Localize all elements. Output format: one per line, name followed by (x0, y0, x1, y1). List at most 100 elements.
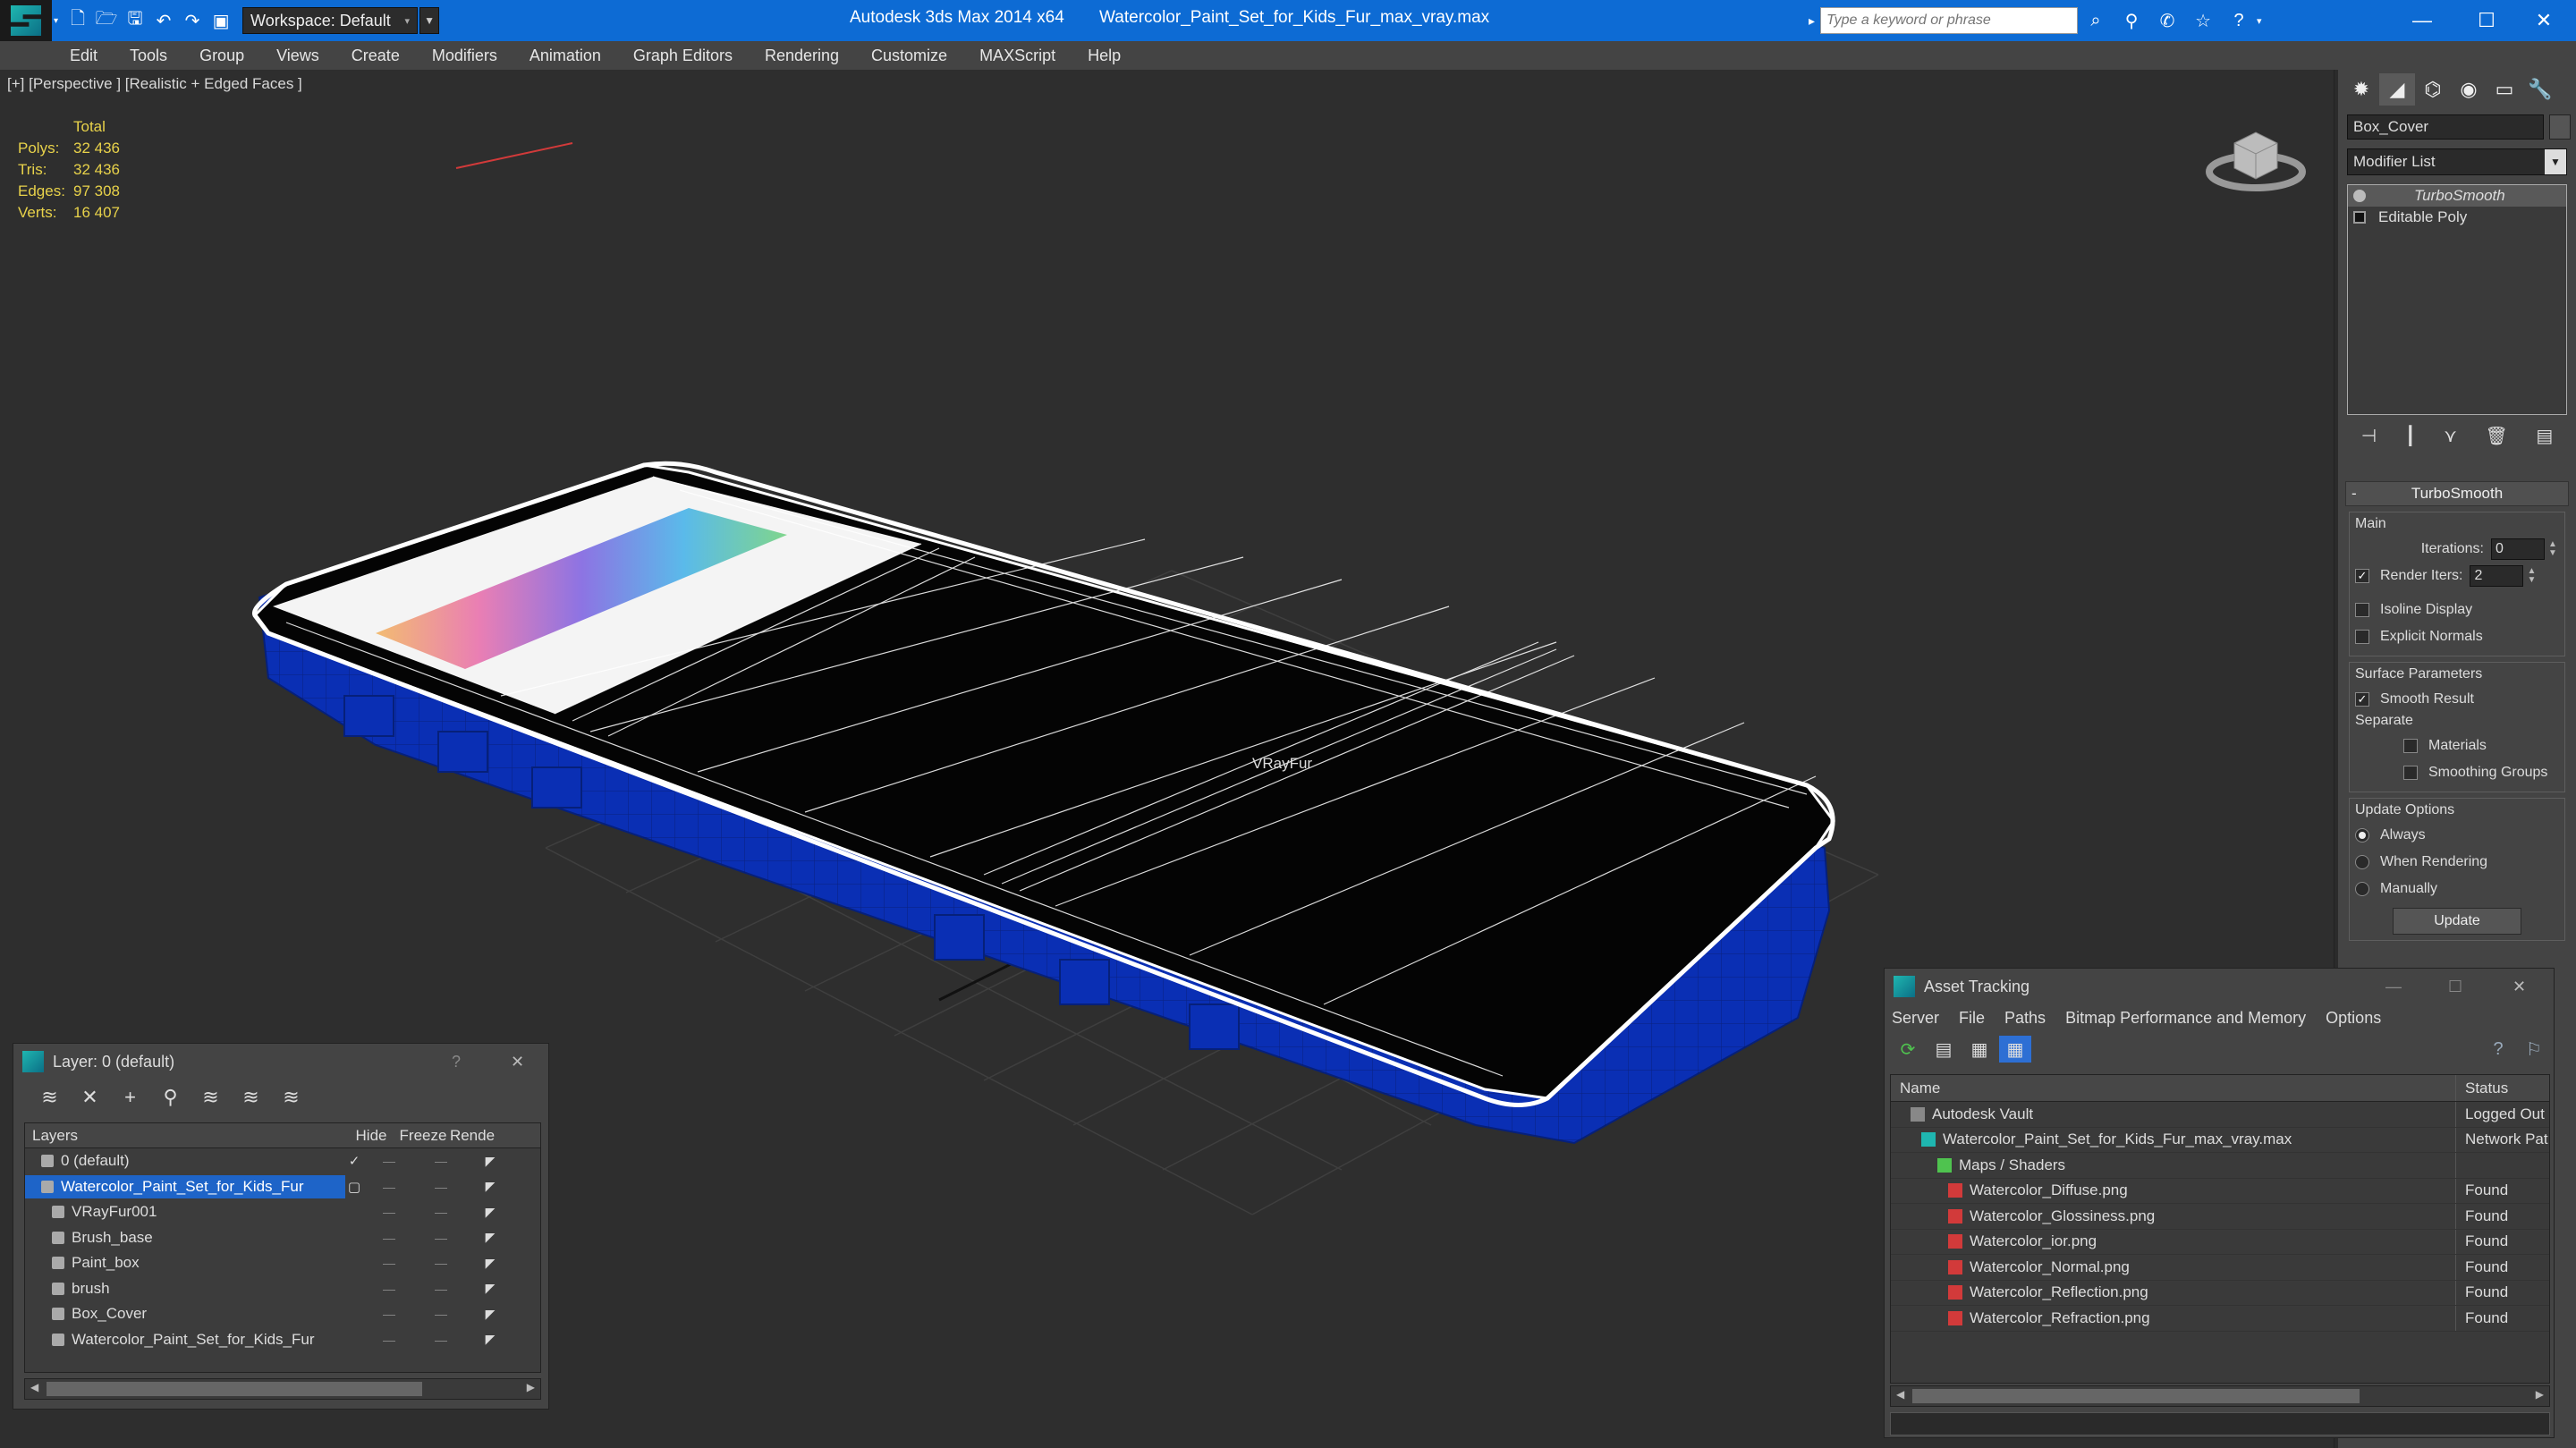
menu-help[interactable]: Help (1088, 47, 1121, 65)
menu-graph-editors[interactable]: Graph Editors (633, 47, 733, 65)
spinner-arrows-icon[interactable]: ▲ ▼ (2546, 538, 2559, 560)
layer-row[interactable]: VRayFur001— — ◤ (25, 1199, 540, 1225)
subscription-icon[interactable]: ⚲ (2114, 10, 2149, 32)
hide-toggle[interactable]: — (363, 1333, 415, 1347)
menu-customize[interactable]: Customize (871, 47, 947, 65)
hierarchy-tab-icon[interactable]: ⌬ (2415, 73, 2451, 106)
layer-row[interactable]: Watercolor_Paint_Set_for_Kids_Fur ▢ — — ◤ (25, 1174, 540, 1200)
grid-view-icon[interactable]: ▦ (1999, 1036, 2031, 1063)
render-toggle[interactable]: ◤ (467, 1281, 513, 1296)
hide-all-icon[interactable]: ≋ (231, 1086, 271, 1109)
always-radio[interactable] (2355, 828, 2369, 843)
refresh-icon[interactable]: ⟳ (1892, 1036, 1924, 1063)
display-tab-icon[interactable]: ▭ (2487, 73, 2522, 106)
create-tab-icon[interactable]: ✹ (2343, 73, 2379, 106)
render-toggle[interactable]: ◤ (467, 1205, 513, 1220)
add-to-layer-icon[interactable]: + (110, 1086, 150, 1109)
workspace-dropdown[interactable]: Workspace: Default ▾ (242, 7, 419, 34)
scroll-right-icon[interactable]: ▶ (2536, 1388, 2544, 1401)
asset-row[interactable]: Watercolor_ior.png Found (1891, 1229, 2549, 1255)
layer-name-cell[interactable]: brush (25, 1277, 345, 1300)
layer-name-cell[interactable]: 0 (default) (25, 1149, 345, 1173)
maximize-icon[interactable]: ☐ (2448, 978, 2462, 996)
help-icon[interactable]: ? (2482, 1036, 2514, 1063)
menu-tools[interactable]: Tools (130, 47, 167, 65)
iterations-spinner[interactable]: 0 (2491, 538, 2545, 560)
when-rendering-radio[interactable] (2355, 855, 2369, 869)
binoculars-icon[interactable]: ⌕ (2078, 11, 2114, 31)
asset-row[interactable]: Maps / Shaders (1891, 1153, 2549, 1179)
set-current-icon[interactable]: ▢ (345, 1179, 363, 1195)
close-icon[interactable]: ✕ (511, 1053, 524, 1071)
lightbulb-icon[interactable] (2353, 190, 2366, 202)
list-view-icon[interactable]: ▤ (1928, 1036, 1960, 1063)
col-layers[interactable]: Layers (25, 1127, 345, 1145)
col-hide[interactable]: Hide (345, 1127, 397, 1145)
help-icon[interactable]: ? (2221, 11, 2257, 31)
freeze-toggle[interactable]: — (415, 1307, 467, 1321)
save-file-icon[interactable]: 🖫 (121, 5, 149, 36)
expand-box-icon[interactable] (2353, 211, 2366, 224)
freeze-toggle[interactable]: — (415, 1256, 467, 1270)
maximize-button[interactable]: ☐ (2454, 0, 2519, 41)
horizontal-scrollbar[interactable]: ◀ ▶ (1890, 1385, 2550, 1407)
modifier-list-dropdown[interactable]: Modifier List ▼ (2347, 148, 2567, 175)
asset-row[interactable]: Watercolor_Refraction.png Found (1891, 1306, 2549, 1332)
layer-name-cell[interactable]: Paint_box (25, 1251, 345, 1274)
delete-layer-icon[interactable]: ✕ (70, 1086, 110, 1109)
layer-name-cell[interactable]: VRayFur001 (25, 1200, 345, 1224)
context-help-icon[interactable]: ⚐ (2518, 1036, 2550, 1063)
scroll-left-icon[interactable]: ◀ (1896, 1388, 1904, 1401)
menu-modifiers[interactable]: Modifiers (432, 47, 497, 65)
layer-panel-titlebar[interactable]: Layer: 0 (default) ? ✕ (13, 1044, 548, 1080)
layer-name-cell[interactable]: Brush_base (25, 1226, 345, 1249)
layer-name-cell[interactable]: Box_Cover (25, 1302, 345, 1325)
menu-file[interactable]: File (1959, 1009, 1985, 1028)
freeze-toggle[interactable]: — (415, 1180, 467, 1194)
col-freeze[interactable]: Freeze (397, 1127, 449, 1145)
asset-panel-titlebar[interactable]: Asset Tracking — ☐ ✕ (1885, 969, 2554, 1004)
freeze-toggle[interactable]: — (415, 1205, 467, 1219)
new-layer-icon[interactable]: ≋ (30, 1086, 70, 1109)
hide-toggle[interactable]: — (363, 1154, 415, 1168)
render-toggle[interactable]: ◤ (467, 1154, 513, 1169)
menu-paths[interactable]: Paths (2004, 1009, 2046, 1028)
pin-stack-icon[interactable]: ⊣ (2361, 425, 2377, 447)
col-status[interactable]: Status (2456, 1075, 2549, 1101)
motion-tab-icon[interactable]: ◉ (2451, 73, 2487, 106)
asset-row[interactable]: Watercolor_Paint_Set_for_Kids_Fur_max_vr… (1891, 1127, 2549, 1153)
freeze-toggle[interactable]: — (415, 1231, 467, 1245)
rollout-header[interactable]: - TurboSmooth (2345, 481, 2569, 506)
open-file-icon[interactable]: 🗁 (92, 5, 121, 36)
layer-row[interactable]: Box_Cover — — ◤ (25, 1301, 540, 1327)
layer-name-cell[interactable]: Watercolor_Paint_Set_for_Kids_Fur (25, 1174, 345, 1198)
menu-edit[interactable]: Edit (70, 47, 97, 65)
menu-views[interactable]: Views (276, 47, 319, 65)
col-name[interactable]: Name (1891, 1075, 2456, 1101)
layer-row[interactable]: Brush_base — — ◤ (25, 1225, 540, 1251)
favorites-star-icon[interactable]: ☆ (2185, 10, 2221, 32)
layer-name-cell[interactable]: Watercolor_Paint_Set_for_Kids_Fur (25, 1328, 345, 1351)
explicit-normals-checkbox[interactable] (2355, 630, 2369, 644)
render-toggle[interactable]: ◤ (467, 1230, 513, 1245)
close-button[interactable]: ✕ (2512, 0, 2576, 41)
isoline-checkbox[interactable] (2355, 603, 2369, 617)
col-render[interactable]: Rende (449, 1127, 496, 1145)
select-objects-icon[interactable]: ⚲ (150, 1086, 191, 1109)
scroll-right-icon[interactable]: ▶ (527, 1381, 535, 1393)
menu-options[interactable]: Options (2326, 1009, 2381, 1028)
stack-item-editable-poly[interactable]: Editable Poly (2348, 207, 2566, 228)
menu-rendering[interactable]: Rendering (765, 47, 839, 65)
asset-row[interactable]: Watercolor_Reflection.png Found (1891, 1280, 2549, 1306)
horizontal-scrollbar[interactable]: ◀ ▶ (24, 1378, 541, 1400)
menu-animation[interactable]: Animation (530, 47, 601, 65)
object-name-field[interactable]: Box_Cover (2347, 114, 2544, 140)
freeze-toggle[interactable]: — (415, 1333, 467, 1347)
search-expand-icon[interactable]: ▸ (1809, 13, 1815, 29)
menu-maxscript[interactable]: MAXScript (979, 47, 1055, 65)
minimize-icon[interactable]: — (2385, 978, 2402, 996)
hide-toggle[interactable]: — (363, 1231, 415, 1245)
new-file-icon[interactable]: 🗋 (64, 5, 92, 36)
remove-modifier-icon[interactable]: 🗑 (2485, 425, 2507, 447)
scrollbar-thumb[interactable] (1912, 1389, 2360, 1403)
